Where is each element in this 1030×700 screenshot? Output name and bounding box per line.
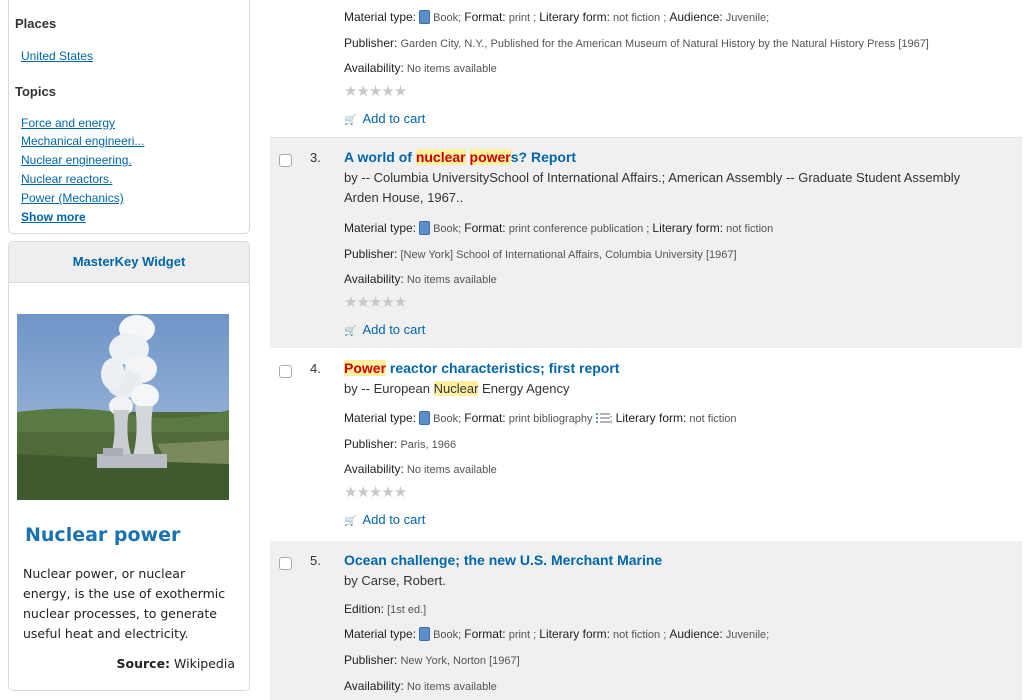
- result-title-link[interactable]: Power reactor characteristics; first rep…: [344, 360, 619, 376]
- result-number: 5.: [310, 553, 321, 568]
- show-more-link[interactable]: Show more: [21, 210, 86, 224]
- rating-stars[interactable]: ★★★★★: [344, 293, 407, 311]
- material-type-line: Material type: Book; Format: print ; Lit…: [344, 10, 770, 24]
- result-author: by -- Columbia UniversitySchool of Inter…: [344, 170, 961, 205]
- result-title-link[interactable]: Ocean challenge; the new U.S. Merchant M…: [344, 552, 662, 568]
- book-icon: [419, 411, 431, 425]
- facet-topic-mechanical-engineering[interactable]: Mechanical engineeri...: [21, 134, 144, 148]
- edition-line: Edition: [1st ed.]: [344, 602, 427, 616]
- publisher-line: Publisher: Garden City, N.Y., Published …: [344, 36, 929, 50]
- result-item: Material type: Book; Format: print ; Lit…: [270, 0, 1022, 137]
- facet-place-united-states[interactable]: United States: [21, 49, 93, 63]
- select-checkbox[interactable]: [279, 154, 292, 167]
- availability-line: Availability: No items available: [344, 679, 497, 693]
- bibliography-icon: [595, 413, 610, 423]
- masterkey-widget: MasterKey Widget Nuclear power Nuclear p…: [8, 241, 250, 691]
- widget-source-label: Source:: [116, 656, 171, 671]
- publisher-line: Publisher: New York, Norton [1967]: [344, 653, 520, 667]
- widget-description: Nuclear power, or nuclear energy, is the…: [23, 566, 226, 641]
- add-to-cart-link[interactable]: 🛒 Add to cart: [344, 322, 425, 337]
- result-item: 3. A world of nuclear powers? Report by …: [270, 138, 1022, 348]
- result-number: 3.: [310, 150, 321, 165]
- add-to-cart-link[interactable]: 🛒 Add to cart: [344, 512, 425, 527]
- topics-heading: Topics: [15, 84, 56, 99]
- nuclear-plant-image: [17, 314, 229, 500]
- places-heading: Places: [15, 16, 57, 31]
- rating-stars[interactable]: ★★★★★: [344, 82, 407, 100]
- material-type-line: Material type: Book; Format: print ; Lit…: [344, 627, 770, 641]
- facet-topic-force-energy[interactable]: Force and energy: [21, 116, 115, 130]
- widget-source-value: Wikipedia: [174, 656, 235, 671]
- publisher-line: Publisher: [New York] School of Internat…: [344, 247, 737, 261]
- facet-topic-power-mechanics[interactable]: Power (Mechanics): [21, 191, 124, 205]
- result-item: 5. Ocean challenge; the new U.S. Merchan…: [270, 541, 1022, 700]
- book-icon: [419, 10, 431, 24]
- publisher-line: Publisher: Paris, 1966: [344, 437, 457, 451]
- availability-line: Availability: No items available: [344, 462, 497, 476]
- widget-header: MasterKey Widget: [9, 242, 249, 283]
- material-type-line: Material type: Book; Format: print bibli…: [344, 411, 737, 425]
- widget-source: Source: Wikipedia: [117, 656, 236, 671]
- availability-line: Availability: No items available: [344, 272, 497, 286]
- facet-topic-nuclear-engineering[interactable]: Nuclear engineering.: [21, 153, 132, 167]
- material-type-line: Material type: Book; Format: print confe…: [344, 221, 774, 235]
- result-author: by -- European Nuclear Energy Agency: [344, 381, 570, 396]
- book-icon: [419, 627, 431, 641]
- widget-title: Nuclear power: [25, 524, 181, 546]
- result-item: 4. Power reactor characteristics; first …: [270, 349, 1022, 540]
- cart-icon: 🛒: [344, 326, 357, 337]
- select-checkbox[interactable]: [279, 365, 292, 378]
- select-checkbox[interactable]: [279, 557, 292, 570]
- cart-icon: 🛒: [344, 115, 357, 126]
- facet-topic-nuclear-reactors[interactable]: Nuclear reactors.: [21, 172, 112, 186]
- rating-stars[interactable]: ★★★★★: [344, 483, 407, 501]
- cart-icon: 🛒: [344, 516, 357, 527]
- facets-panel: Places United States Topics Force and en…: [8, 0, 250, 234]
- availability-line: Availability: No items available: [344, 61, 497, 75]
- result-author: by Carse, Robert.: [344, 573, 446, 588]
- add-to-cart-link[interactable]: 🛒 Add to cart: [344, 111, 425, 126]
- result-title-link[interactable]: A world of nuclear powers? Report: [344, 149, 576, 165]
- book-icon: [419, 221, 431, 235]
- result-number: 4.: [310, 361, 321, 376]
